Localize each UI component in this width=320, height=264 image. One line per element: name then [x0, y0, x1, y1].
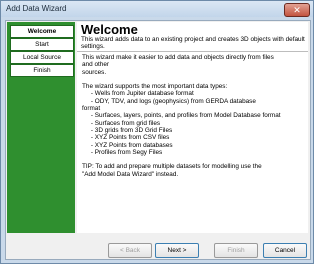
step-finish[interactable]: Finish — [10, 64, 74, 77]
body-line: - Profiles from Segy Files — [82, 148, 163, 156]
wizard-button-bar: < Back Next > Finish Cancel — [6, 235, 310, 259]
step-welcome[interactable]: Welcome — [10, 25, 74, 38]
close-button[interactable]: ✕ — [284, 3, 310, 17]
step-start[interactable]: Start — [10, 38, 74, 51]
body-line: - XYZ Points from CSV files — [82, 134, 170, 142]
body-line: The wizard supports the most important d… — [82, 83, 228, 91]
title-bar[interactable]: Add Data Wizard ✕ — [1, 1, 313, 17]
subtitle-line: This wizard adds data to an existing pro… — [81, 36, 305, 43]
wizard-steps-sidebar: Welcome Start Local Source Finish — [7, 22, 75, 233]
body-line: sources. — [82, 68, 107, 76]
body-line: TIP: To add and prepare multiple dataset… — [82, 163, 262, 171]
next-button[interactable]: Next > — [155, 243, 199, 258]
close-icon: ✕ — [293, 5, 301, 15]
step-local-source[interactable]: Local Source — [10, 51, 74, 64]
body-line: - ODY, TDV, and logs (geophysics) from G… — [82, 97, 256, 105]
body-line: - Wells from Jupiter database format — [82, 90, 194, 98]
wizard-content-panel: Welcome This wizard adds data to an exis… — [77, 22, 308, 233]
finish-button[interactable]: Finish — [214, 243, 258, 258]
page-subtitle: This wizard adds data to an existing pro… — [81, 36, 305, 51]
page-header: Welcome This wizard adds data to an exis… — [77, 22, 308, 52]
window-title: Add Data Wizard — [6, 4, 67, 13]
back-button[interactable]: < Back — [108, 243, 152, 258]
body-line: and other — [82, 61, 110, 69]
description-text: This wizard make it easier to add data a… — [82, 54, 306, 178]
body-line: - 3D grids from 3D Grid Files — [82, 126, 173, 134]
body-line: This wizard make it easier to add data a… — [82, 54, 274, 61]
body-line: format — [82, 105, 101, 113]
body-line: "Add Model Data Wizard" instead. — [82, 170, 179, 178]
cancel-button[interactable]: Cancel — [263, 243, 307, 258]
page-title: Welcome — [81, 22, 138, 37]
wizard-window: Add Data Wizard ✕ Welcome Start Local So… — [0, 0, 314, 264]
subtitle-line: settings. — [81, 43, 105, 51]
wizard-client-area: Welcome Start Local Source Finish Welcom… — [5, 20, 311, 260]
body-line: - Surfaces from grid files — [82, 119, 161, 127]
body-line: - Surfaces, layers, points, and profiles… — [82, 112, 281, 120]
body-line: - XYZ Points from databases — [82, 141, 173, 149]
